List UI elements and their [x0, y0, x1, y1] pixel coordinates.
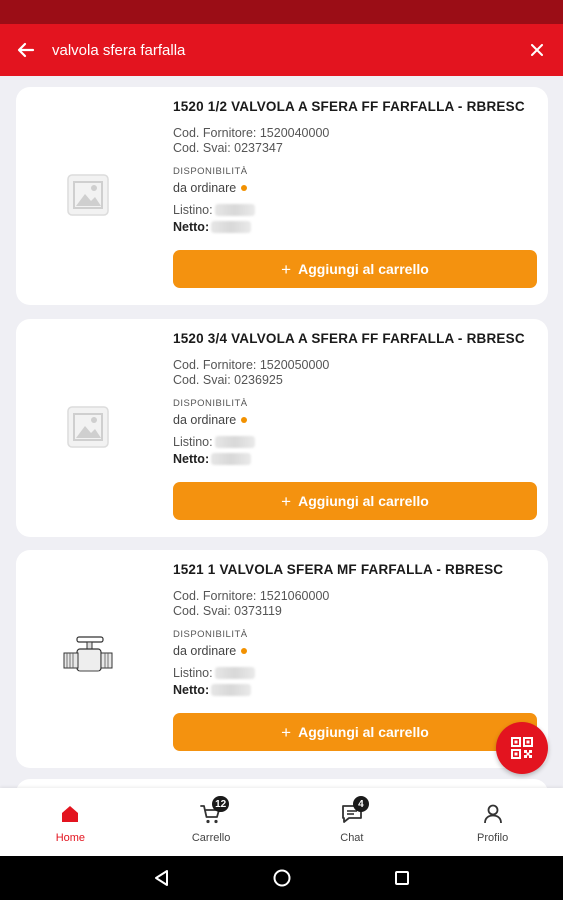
home-icon	[62, 806, 79, 822]
product-list[interactable]: 1520 1/2 VALVOLA A SFERA FF FARFALLA - R…	[0, 76, 563, 788]
hidden-price-value	[214, 436, 255, 448]
hidden-price-value	[211, 221, 252, 233]
add-to-cart-label: Aggiungi al carrello	[298, 724, 429, 740]
availability-status: da ordinare	[173, 644, 248, 658]
next-product-card[interactable]	[16, 779, 548, 788]
supplier-code: Cod. Fornitore: 1520050000	[173, 358, 330, 372]
nav-item-home[interactable]: Home	[0, 788, 141, 856]
plus-icon: +	[281, 491, 292, 511]
supplier-code: Cod. Fornitore: 1521060000	[173, 589, 330, 603]
availability-label: DISPONIBILITÀ	[173, 166, 248, 177]
net-price-label: Netto:	[173, 452, 210, 466]
availability-status: da ordinare	[173, 181, 248, 195]
net-price-label: Netto:	[173, 683, 210, 697]
user-icon	[483, 804, 502, 824]
image-placeholder-icon	[60, 399, 116, 455]
availability-value: da ordinare	[173, 413, 237, 427]
nav-label-profile: Profilo	[477, 832, 509, 844]
plus-icon: +	[281, 722, 292, 742]
chat-icon-wrapper: 4	[340, 796, 369, 826]
nav-label-chat: Chat	[340, 832, 364, 844]
net-price: Netto:	[173, 220, 252, 234]
close-icon	[531, 44, 543, 56]
net-price: Netto:	[173, 452, 252, 466]
add-to-cart-button[interactable]: + Aggiungi al carrello	[173, 250, 537, 288]
product-title[interactable]: 1521 1 VALVOLA SFERA MF FARFALLA - RBRES…	[173, 562, 503, 577]
plus-icon: +	[281, 259, 292, 279]
search-app-bar: valvola sfera farfalla	[0, 24, 563, 76]
bottom-navigation: Home 12 Carrello 4 Chat Profilo	[0, 788, 563, 856]
hidden-price-value	[211, 453, 252, 465]
product-card[interactable]: 1520 1/2 VALVOLA A SFERA FF FARFALLA - R…	[16, 87, 548, 305]
net-price-label: Netto:	[173, 220, 210, 234]
list-price: Listino:	[173, 666, 255, 680]
product-codes: Cod. Fornitore: 1520050000 Cod. Svai: 02…	[173, 358, 329, 388]
system-home-button[interactable]	[222, 856, 342, 900]
nav-label-home: Home	[55, 832, 86, 844]
back-button[interactable]	[0, 24, 52, 76]
hidden-price-value	[211, 684, 252, 696]
product-card[interactable]: 1521 1 VALVOLA SFERA MF FARFALLA - RBRES…	[16, 550, 548, 768]
system-navigation-bar	[0, 856, 563, 900]
hidden-price-value	[214, 204, 255, 216]
product-codes: Cod. Fornitore: 1520040000 Cod. Svai: 02…	[173, 126, 329, 156]
nav-item-chat[interactable]: 4 Chat	[282, 788, 423, 856]
status-bar	[0, 0, 563, 24]
availability-status: da ordinare	[173, 413, 248, 427]
list-price: Listino:	[173, 435, 255, 449]
system-back-button[interactable]	[102, 856, 222, 900]
system-recents-button[interactable]	[342, 856, 462, 900]
cart-count-badge: 12	[212, 796, 230, 812]
availability-value: da ordinare	[173, 181, 237, 195]
availability-value: da ordinare	[173, 644, 237, 658]
hidden-price-value	[214, 667, 255, 679]
product-codes: Cod. Fornitore: 1521060000 Cod. Svai: 03…	[173, 589, 329, 619]
list-price-label: Listino:	[173, 435, 213, 449]
net-price: Netto:	[173, 683, 252, 697]
nav-item-cart[interactable]: 12 Carrello	[141, 788, 282, 856]
availability-dot-icon	[241, 417, 248, 423]
list-price-label: Listino:	[173, 203, 213, 217]
nav-label-cart: Carrello	[191, 832, 231, 844]
search-query-text[interactable]: valvola sfera farfalla	[52, 42, 511, 59]
add-to-cart-button[interactable]: + Aggiungi al carrello	[173, 482, 537, 520]
availability-dot-icon	[241, 648, 248, 654]
svai-code: Cod. Svai: 0373119	[173, 604, 282, 618]
supplier-code: Cod. Fornitore: 1520040000	[173, 126, 330, 140]
product-title[interactable]: 1520 1/2 VALVOLA A SFERA FF FARFALLA - R…	[173, 99, 525, 114]
add-to-cart-label: Aggiungi al carrello	[298, 493, 429, 509]
ball-valve-product-image	[60, 630, 116, 686]
svai-code: Cod. Svai: 0237347	[173, 141, 283, 155]
product-title[interactable]: 1520 3/4 VALVOLA A SFERA FF FARFALLA - R…	[173, 331, 525, 346]
arrow-left-icon	[17, 42, 35, 58]
add-to-cart-button[interactable]: + Aggiungi al carrello	[173, 713, 537, 751]
circle-home-icon	[273, 869, 290, 887]
scan-code-button[interactable]	[496, 722, 548, 774]
availability-dot-icon	[241, 185, 248, 191]
cart-icon-wrapper: 12	[199, 796, 230, 826]
availability-label: DISPONIBILITÀ	[173, 398, 248, 409]
triangle-back-icon	[154, 870, 168, 886]
list-price: Listino:	[173, 203, 255, 217]
image-placeholder-icon	[60, 167, 116, 223]
clear-search-button[interactable]	[511, 24, 563, 76]
chat-count-badge: 4	[352, 796, 369, 812]
list-price-label: Listino:	[173, 666, 213, 680]
qr-scan-icon	[511, 737, 533, 759]
add-to-cart-label: Aggiungi al carrello	[298, 261, 429, 277]
svai-code: Cod. Svai: 0236925	[173, 373, 283, 387]
square-recents-icon	[394, 871, 409, 885]
product-card[interactable]: 1520 3/4 VALVOLA A SFERA FF FARFALLA - R…	[16, 319, 548, 537]
availability-label: DISPONIBILITÀ	[173, 629, 248, 640]
nav-item-profile[interactable]: Profilo	[422, 788, 563, 856]
